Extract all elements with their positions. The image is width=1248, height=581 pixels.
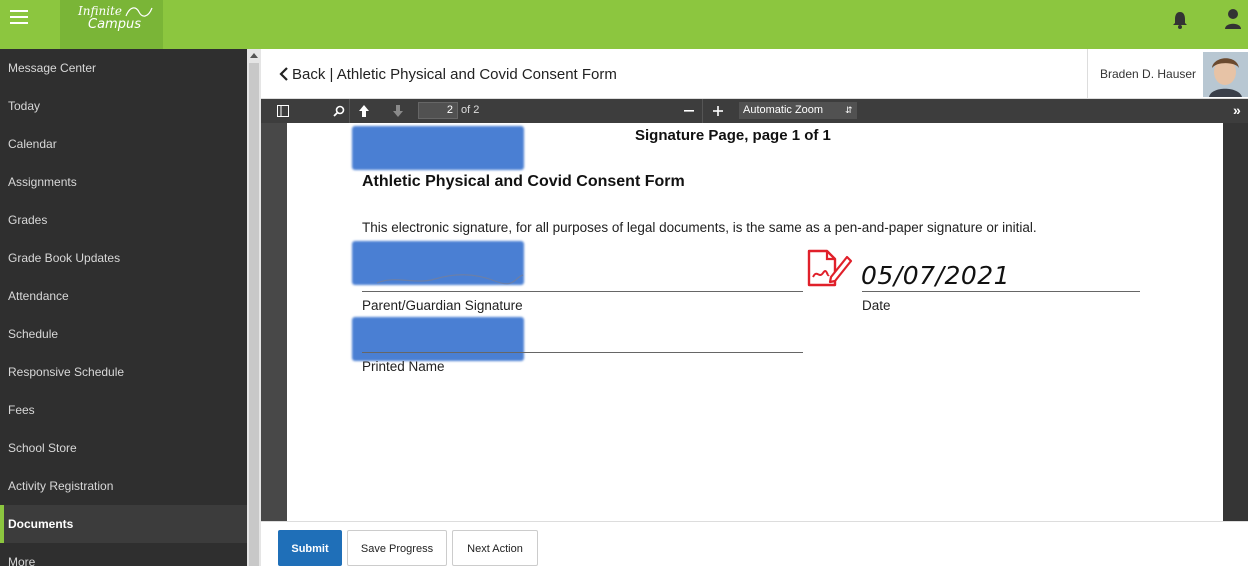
pdf-viewer[interactable]: Signature Page, page 1 of 1 Athletic Phy… (261, 123, 1248, 521)
save-progress-button[interactable]: Save Progress (347, 530, 447, 566)
next-action-button[interactable]: Next Action (452, 530, 538, 566)
sidebar-item-activity-registration[interactable]: Activity Registration (0, 467, 247, 505)
printed-name-line (362, 352, 803, 353)
sidebar-nav: Message Center Today Calendar Assignment… (0, 49, 247, 569)
scrollbar-thumb[interactable] (249, 63, 259, 566)
zoom-select[interactable]: Automatic Zoom ⇵ (739, 102, 857, 119)
signature-statement: This electronic signature, for all purpo… (362, 220, 1037, 235)
page-count: of 2 (461, 104, 480, 116)
logo-swoosh-icon (125, 7, 153, 17)
sidebar-item-responsive-schedule[interactable]: Responsive Schedule (0, 353, 247, 391)
signature-line (362, 291, 803, 292)
menu-icon[interactable] (10, 10, 28, 26)
select-arrows-icon: ⇵ (845, 105, 853, 115)
sidebar-item-school-store[interactable]: School Store (0, 429, 247, 467)
printed-name-label: Printed Name (362, 359, 445, 374)
pdf-page: Signature Page, page 1 of 1 Athletic Phy… (287, 123, 1223, 521)
page-number-input[interactable]: 2 (418, 102, 458, 119)
next-page-icon[interactable] (392, 104, 404, 118)
avatar (1203, 52, 1248, 97)
signature-page-heading: Signature Page, page 1 of 1 (635, 127, 831, 144)
date-line (862, 291, 1140, 292)
submit-button[interactable]: Submit (278, 530, 342, 566)
more-tools-icon[interactable]: » (1233, 102, 1241, 118)
signature-label: Parent/Guardian Signature (362, 298, 523, 313)
redaction-block (352, 317, 524, 361)
viewer-right-gutter (1223, 123, 1248, 521)
signature-scribble (376, 274, 524, 285)
page-header: Back | Athletic Physical and Covid Conse… (261, 49, 1248, 99)
scroll-up-icon[interactable] (250, 53, 258, 58)
pdf-toolbar: 2 of 2 Automatic Zoom ⇵ » (261, 99, 1248, 123)
sidebar-item-today[interactable]: Today (0, 87, 247, 125)
previous-page-icon[interactable] (358, 104, 370, 118)
zoom-in-icon[interactable] (713, 106, 723, 116)
sidebar-item-calendar[interactable]: Calendar (0, 125, 247, 163)
sidebar-item-message-center[interactable]: Message Center (0, 49, 247, 87)
sidebar-item-assignments[interactable]: Assignments (0, 163, 247, 201)
sidebar-item-grade-book-updates[interactable]: Grade Book Updates (0, 239, 247, 277)
sidebar-item-documents[interactable]: Documents (0, 505, 247, 543)
logo[interactable]: Infinite Campus (60, 0, 163, 49)
user-account-icon[interactable] (1224, 8, 1242, 30)
user-name: Braden D. Hauser (1087, 49, 1201, 99)
sidebar-scrollbar[interactable] (247, 49, 261, 566)
zoom-value: Automatic Zoom (743, 104, 824, 116)
search-icon[interactable] (333, 105, 345, 117)
action-footer: Submit Save Progress Next Action (261, 521, 1248, 566)
sidebar-toggle-icon[interactable] (277, 105, 289, 117)
sidebar-item-grades[interactable]: Grades (0, 201, 247, 239)
top-bar: Infinite Campus (0, 0, 1248, 49)
form-title: Athletic Physical and Covid Consent Form (362, 173, 685, 190)
sidebar-item-schedule[interactable]: Schedule (0, 315, 247, 353)
zoom-out-icon[interactable] (684, 109, 694, 113)
redaction-block (352, 126, 524, 170)
chevron-left-icon[interactable] (279, 67, 289, 81)
back-link[interactable]: Back | Athletic Physical and Covid Conse… (292, 66, 617, 83)
sidebar-item-fees[interactable]: Fees (0, 391, 247, 429)
sidebar-item-more[interactable]: More (0, 543, 247, 581)
logo-text-infinite: Infinite (78, 4, 122, 18)
date-label: Date (862, 298, 891, 313)
notification-bell-icon[interactable] (1172, 10, 1188, 30)
signature-icon (807, 249, 853, 287)
sidebar-item-attendance[interactable]: Attendance (0, 277, 247, 315)
date-value: 05/07/2021 (861, 261, 1011, 290)
